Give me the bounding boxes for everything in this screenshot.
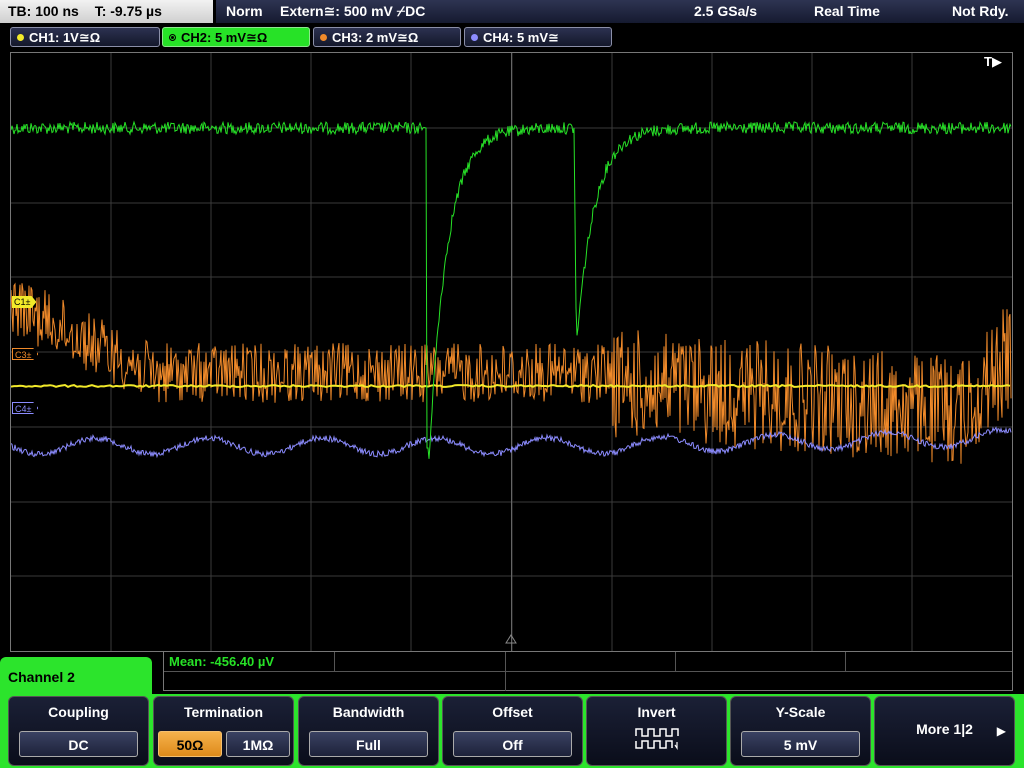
termination-50ohm-option[interactable]: 50Ω [158,731,222,757]
status-bar: TB: 100 ns T: -9.75 µs Norm Extern≅: 500… [0,0,1024,24]
ch1-offset-marker[interactable]: C1± [12,296,37,308]
right-arrow-icon: ▶ [996,724,1006,738]
yscale-label: Y-Scale [775,704,826,720]
trigger-marker: T▶ [984,54,1002,69]
ch4-offset-marker[interactable]: C4± [12,402,39,414]
channel-tab-ch3[interactable]: CH3: 2 mV≅Ω [313,27,461,47]
measurement-divider [505,671,506,691]
acquisition-state: Not Rdy. [952,3,1009,19]
measurement-bar: Mean: -456.40 µV [163,651,1013,691]
more-label: More 1|2 [916,721,973,737]
ch1-waveform [11,383,1011,389]
invert-label: Invert [637,704,676,720]
channel-bar: CH1: 1V≅Ω CH2: 5 mV≅Ω CH3: 2 mV≅Ω CH4: 5… [0,25,1024,49]
invert-waveform-icon [635,728,679,750]
coupling-value[interactable]: DC [19,731,138,757]
coupling-softkey[interactable]: Coupling DC [8,696,149,766]
ch3-color-icon [320,34,327,41]
bandwidth-softkey[interactable]: Bandwidth Full [298,696,439,766]
channel-tab-ch2[interactable]: CH2: 5 mV≅Ω [162,27,310,47]
yscale-softkey[interactable]: Y-Scale 5 mV [730,696,871,766]
measurement-cell[interactable] [505,652,676,671]
yscale-value[interactable]: 5 mV [741,731,860,757]
ch2-color-icon [169,34,176,41]
offset-label: Offset [492,704,533,720]
offset-softkey[interactable]: Offset Off [442,696,583,766]
horizontal-settings[interactable]: TB: 100 ns T: -9.75 µs [0,0,213,23]
bandwidth-value[interactable]: Full [309,731,428,757]
measurement-cell[interactable] [675,652,846,671]
ch2-label: CH2: 5 mV≅Ω [181,30,268,45]
termination-label: Termination [183,704,264,720]
ch3-offset-marker[interactable]: C3± [12,348,39,360]
invert-softkey[interactable]: Invert [586,696,727,766]
ch3-label: CH3: 2 mV≅Ω [332,30,419,45]
channel-tab-ch1[interactable]: CH1: 1V≅Ω [10,27,160,47]
waveform-canvas [11,53,1012,651]
ch4-label: CH4: 5 mV≅ [483,30,559,45]
measurement-divider [164,671,1012,672]
termination-softkey[interactable]: Termination 50Ω 1MΩ [153,696,294,766]
trigger-settings[interactable]: Norm Extern≅: 500 mV ⌿DC 2.5 GSa/s Real … [216,0,1024,23]
trigger-time-readout: T: -9.75 µs [94,3,162,19]
channel-tab-ch4[interactable]: CH4: 5 mV≅ [464,27,612,47]
coupling-label: Coupling [48,704,109,720]
trigger-source: Extern≅: 500 mV ⌿DC [280,3,426,19]
trigger-mode: Norm [226,3,263,19]
ch1-label: CH1: 1V≅Ω [29,30,101,45]
acquisition-mode: Real Time [814,3,880,19]
ch4-color-icon [471,34,478,41]
sample-rate: 2.5 GSa/s [694,3,758,19]
timebase-readout: TB: 100 ns [8,3,79,19]
more-softkey[interactable]: More 1|2 ▶ [874,696,1015,766]
offset-value[interactable]: Off [453,731,572,757]
termination-1mohm-option[interactable]: 1MΩ [226,731,290,757]
measurement-mean: Mean: -456.40 µV [169,654,275,669]
measurement-cell[interactable]: Mean: -456.40 µV [164,652,335,671]
menu-title: Channel 2 [0,657,152,697]
measurement-cell[interactable] [334,652,506,671]
softkey-bar: Coupling DC Termination 50Ω 1MΩ Bandwidt… [8,696,1016,766]
ch1-color-icon [17,34,24,41]
bandwidth-label: Bandwidth [332,704,405,720]
